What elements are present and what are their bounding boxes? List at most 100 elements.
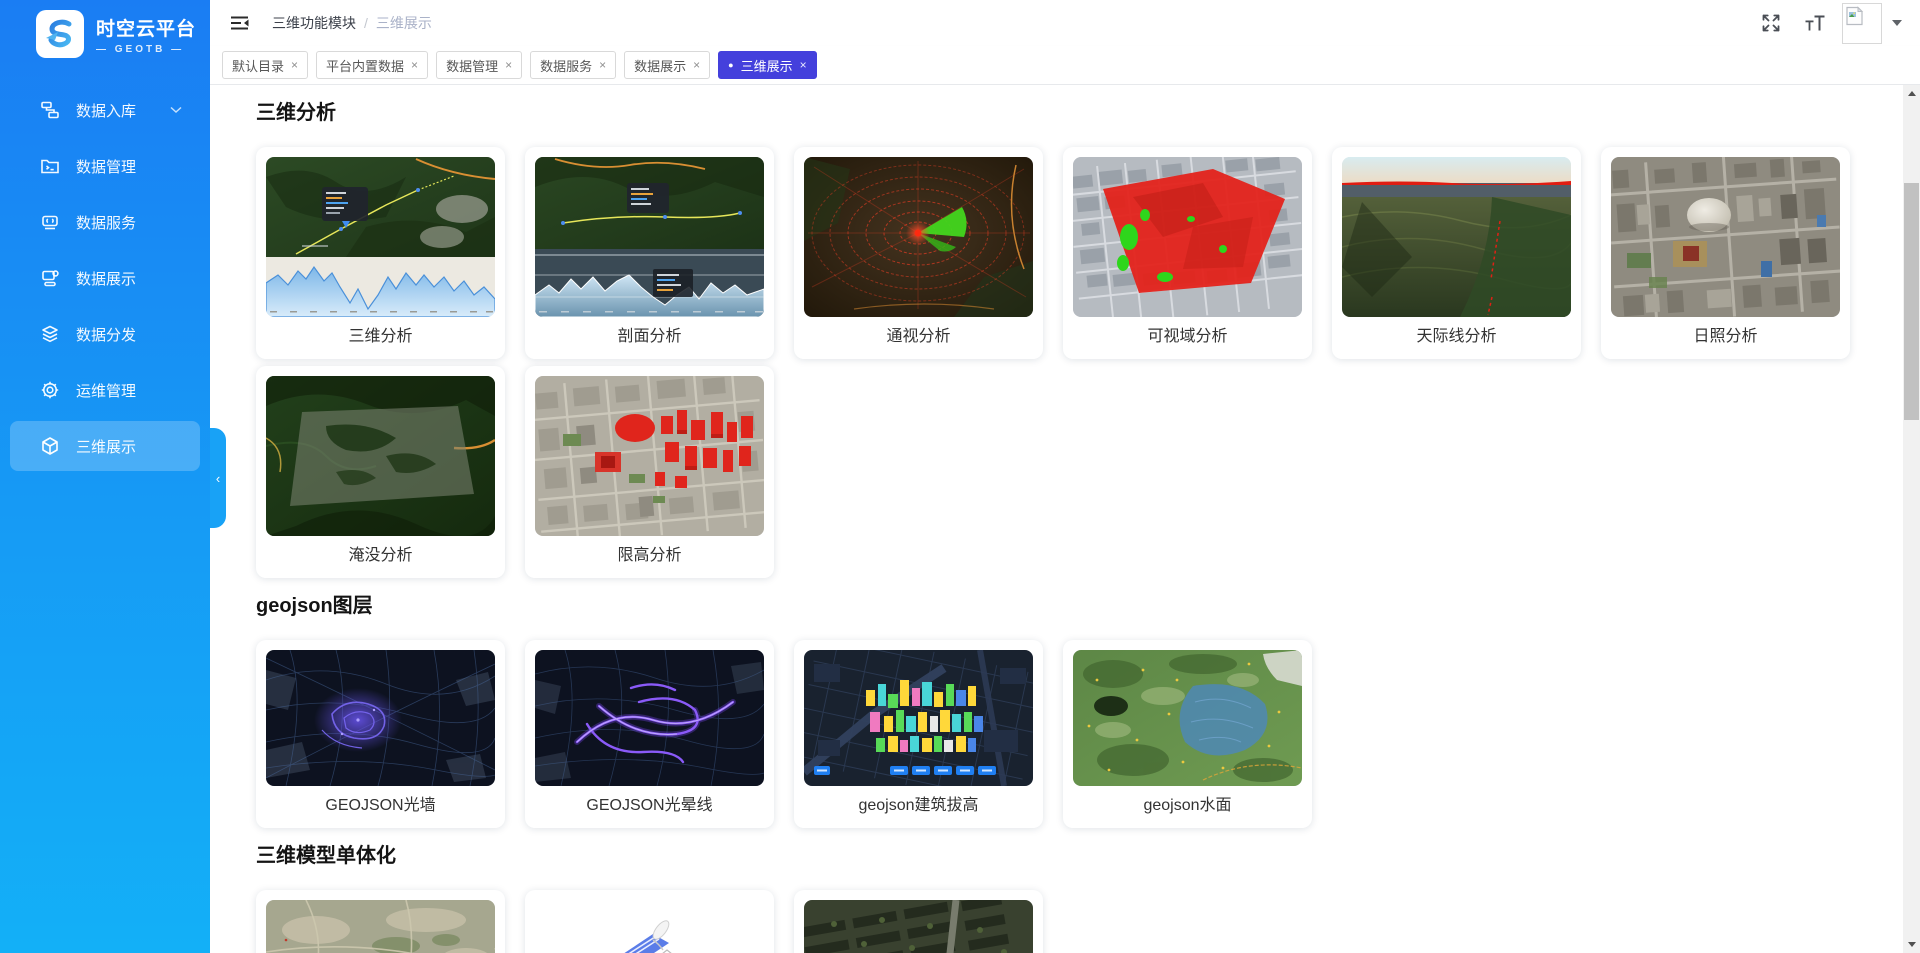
content-scroll-area: 三维分析	[210, 85, 1903, 953]
display-card-icon	[40, 268, 60, 288]
card-geojson-light-wall[interactable]: GEOJSON光墙	[256, 640, 505, 828]
vertical-scrollbar[interactable]	[1903, 85, 1920, 953]
tab-data-management[interactable]: 数据管理 ×	[436, 51, 522, 79]
sidebar-item-label: 数据管理	[76, 156, 136, 177]
card-flood-analysis[interactable]: 淹没分析	[256, 366, 505, 578]
sidebar-item-data-import[interactable]: 数据入库	[10, 82, 200, 138]
menu-fold-icon[interactable]	[230, 13, 250, 33]
tab-label: 默认目录	[232, 56, 284, 75]
card-skyline-analysis[interactable]: 天际线分析	[1332, 147, 1581, 359]
app-subtitle: — GEOTB —	[96, 44, 196, 55]
card-thumbnail	[1073, 157, 1302, 317]
card-thumbnail	[535, 900, 764, 953]
card-thumbnail	[1342, 157, 1571, 317]
card-thumbnail	[535, 376, 764, 536]
section-title-3d-analysis: 三维分析	[256, 101, 1903, 125]
tab-close-icon[interactable]: ×	[411, 59, 418, 71]
sidebar-item-label: 数据展示	[76, 268, 136, 289]
card-label: 淹没分析	[266, 536, 495, 578]
scrollbar-thumb[interactable]	[1904, 183, 1919, 420]
sidebar-item-label: 运维管理	[76, 380, 136, 401]
tab-builtin-data[interactable]: 平台内置数据 ×	[316, 51, 428, 79]
sidebar: 时空云平台 — GEOTB — 数据入库 数据管理	[0, 0, 210, 953]
card-label: GEOJSON光晕线	[535, 786, 764, 828]
font-size-icon[interactable]	[1804, 12, 1826, 34]
tab-label: 数据服务	[540, 56, 592, 75]
sidebar-item-label: 数据入库	[76, 100, 136, 121]
card-geojson-water[interactable]: geojson水面	[1063, 640, 1312, 828]
sidebar-item-3d-display[interactable]: 三维展示	[10, 421, 200, 471]
tab-default-catalog[interactable]: 默认目录 ×	[222, 51, 308, 79]
scrollbar-up-arrow-icon[interactable]	[1903, 85, 1920, 102]
card-thumbnail	[266, 157, 495, 317]
tab-close-icon[interactable]: ×	[693, 59, 700, 71]
card-grid-geojson: GEOJSON光墙	[256, 640, 1870, 828]
tab-bar: 默认目录 × 平台内置数据 × 数据管理 × 数据服务 × 数据展示 × ● 三…	[210, 46, 1920, 85]
broken-image-icon	[1845, 6, 1865, 26]
sidebar-collapse-handle[interactable]: ‹	[210, 428, 226, 528]
card-profile-analysis[interactable]: 剖面分析	[525, 147, 774, 359]
card-label: geojson建筑拔高	[804, 786, 1033, 828]
sidebar-item-data-distribution[interactable]: 数据分发	[10, 306, 200, 362]
card-viewshed-analysis[interactable]: 可视域分析	[1063, 147, 1312, 359]
card-model-1[interactable]	[256, 890, 505, 953]
card-label: 剖面分析	[535, 317, 764, 359]
sidebar-item-ops-management[interactable]: 运维管理	[10, 362, 200, 418]
sidebar-item-label: 三维展示	[76, 436, 136, 457]
avatar[interactable]	[1842, 3, 1882, 44]
top-bar: 三维功能模块 / 三维展示	[210, 0, 1920, 46]
card-thumbnail	[804, 157, 1033, 317]
section-title-geojson-layers: geojson图层	[256, 594, 1903, 618]
app-logo-icon	[36, 10, 84, 58]
card-sunlight-analysis[interactable]: 日照分析	[1601, 147, 1850, 359]
fullscreen-icon[interactable]	[1760, 12, 1782, 34]
cube-icon	[40, 436, 60, 456]
card-label: 天际线分析	[1342, 317, 1571, 359]
card-thumbnail	[266, 900, 495, 953]
active-tab-dot-icon: ●	[728, 61, 733, 70]
tab-data-display[interactable]: 数据展示 ×	[624, 51, 710, 79]
card-label: 可视域分析	[1073, 317, 1302, 359]
user-menu-caret-icon[interactable]	[1892, 20, 1902, 26]
tab-label: 平台内置数据	[326, 56, 404, 75]
tab-3d-display[interactable]: ● 三维展示 ×	[718, 51, 816, 79]
breadcrumb-parent[interactable]: 三维功能模块	[272, 13, 356, 33]
tab-close-icon[interactable]: ×	[505, 59, 512, 71]
data-import-icon	[40, 100, 60, 120]
main-area: 三维功能模块 / 三维展示	[210, 0, 1920, 953]
layers-icon	[40, 324, 60, 344]
card-height-limit-analysis[interactable]: 限高分析	[525, 366, 774, 578]
breadcrumb: 三维功能模块 / 三维展示	[272, 13, 432, 33]
folder-code-icon	[40, 156, 60, 176]
sidebar-item-data-service[interactable]: 数据服务	[10, 194, 200, 250]
tab-close-icon[interactable]: ×	[599, 59, 606, 71]
sidebar-item-data-display[interactable]: 数据展示	[10, 250, 200, 306]
card-thumbnail	[804, 650, 1033, 786]
card-geojson-building-extrude[interactable]: geojson建筑拔高	[794, 640, 1043, 828]
card-thumbnail	[266, 650, 495, 786]
breadcrumb-current: 三维展示	[376, 13, 432, 33]
chevron-down-icon	[170, 106, 182, 114]
card-thumbnail	[535, 157, 764, 317]
tab-data-service[interactable]: 数据服务 ×	[530, 51, 616, 79]
scrollbar-down-arrow-icon[interactable]	[1903, 936, 1920, 953]
tab-close-icon[interactable]: ×	[291, 59, 298, 71]
card-grid-3d-model	[256, 890, 1870, 953]
card-grid-3d-analysis: 三维分析	[256, 147, 1870, 578]
card-model-3[interactable]	[794, 890, 1043, 953]
card-model-2[interactable]	[525, 890, 774, 953]
card-thumbnail	[1073, 650, 1302, 786]
card-label: GEOJSON光墙	[266, 786, 495, 828]
chevron-left-icon: ‹	[216, 471, 220, 486]
breadcrumb-separator: /	[364, 15, 368, 31]
card-thumbnail	[266, 376, 495, 536]
app-title: 时空云平台	[96, 14, 196, 41]
tab-close-icon[interactable]: ×	[800, 59, 807, 71]
tab-label: 数据展示	[634, 56, 686, 75]
card-sightline-analysis[interactable]: 通视分析	[794, 147, 1043, 359]
brand: 时空云平台 — GEOTB —	[0, 0, 210, 58]
card-3d-analysis[interactable]: 三维分析	[256, 147, 505, 359]
card-geojson-halo-line[interactable]: GEOJSON光晕线	[525, 640, 774, 828]
sidebar-item-data-management[interactable]: 数据管理	[10, 138, 200, 194]
gear-icon	[40, 380, 60, 400]
